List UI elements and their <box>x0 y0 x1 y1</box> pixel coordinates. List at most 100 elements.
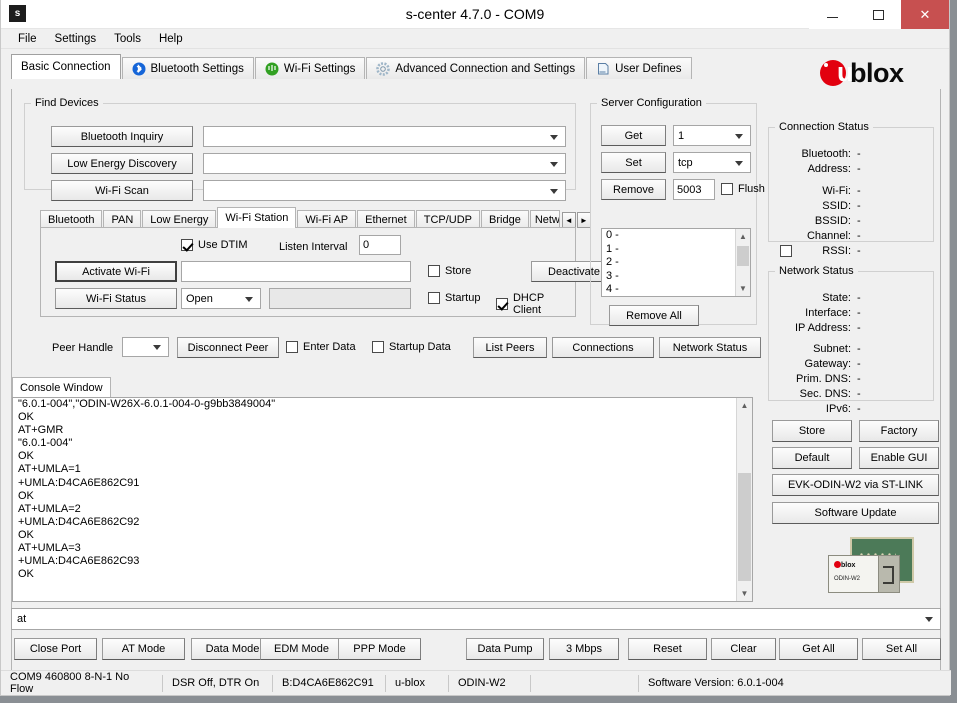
scrollbar-thumb[interactable] <box>737 246 749 266</box>
menu-item-settings[interactable]: Settings <box>46 31 106 47</box>
scrollbar-thumb[interactable] <box>738 473 751 581</box>
tab-advanced-connection-and-settings[interactable]: Advanced Connection and Settings <box>366 57 585 79</box>
server-remove-button[interactable]: Remove <box>601 179 666 200</box>
subtab-network[interactable]: Netw <box>530 210 560 228</box>
store-settings-button[interactable]: Store <box>772 420 852 442</box>
listen-interval-input[interactable]: 0 <box>359 235 401 255</box>
scroll-up-icon[interactable]: ▲ <box>736 229 750 244</box>
tab-basic-connection[interactable]: Basic Connection <box>11 54 121 79</box>
security-mode-combo[interactable]: Open <box>181 288 261 309</box>
module-logo: blox <box>834 561 855 569</box>
module-shield <box>878 555 900 593</box>
application-window: s s-center 4.7.0 - COM9 ✕ File Settings … <box>0 0 950 696</box>
scroll-up-icon[interactable]: ▲ <box>737 398 752 413</box>
subtab-wifi-station[interactable]: Wi-Fi Station <box>217 207 296 228</box>
ppp-mode-button[interactable]: PPP Mode <box>338 638 421 660</box>
subtab-pan[interactable]: PAN <box>103 210 141 228</box>
rssi-poll-checkbox[interactable] <box>780 245 792 257</box>
flush-label: Flush <box>738 183 765 195</box>
maximize-button[interactable] <box>855 0 901 29</box>
subtab-ethernet[interactable]: Ethernet <box>357 210 415 228</box>
evk-odin-w2-stlink-button[interactable]: EVK-ODIN-W2 via ST-LINK <box>772 474 939 496</box>
passkey-input[interactable] <box>269 288 411 309</box>
subtab-wifi-ap[interactable]: Wi-Fi AP <box>297 210 356 228</box>
close-port-button[interactable]: Close Port <box>14 638 97 660</box>
minimize-button[interactable] <box>809 0 855 29</box>
wifi-scan-button[interactable]: Wi-Fi Scan <box>51 180 193 201</box>
startup-check-icon <box>428 292 440 304</box>
wifi-status-button[interactable]: Wi-Fi Status <box>55 288 177 309</box>
wifi-scan-combo[interactable] <box>203 180 566 201</box>
server-list-scrollbar[interactable]: ▲ ▼ <box>735 229 750 296</box>
tab-user-defines[interactable]: User Defines <box>586 57 691 79</box>
tab-wifi-settings[interactable]: Wi-Fi Settings <box>255 57 366 79</box>
scroll-down-icon[interactable]: ▼ <box>737 586 752 601</box>
connections-button[interactable]: Connections <box>552 337 654 358</box>
activate-wifi-button[interactable]: Activate Wi-Fi <box>55 261 177 282</box>
ssid-input[interactable] <box>181 261 411 282</box>
data-pump-button[interactable]: Data Pump <box>466 638 544 660</box>
status-port: COM9 460800 8-N-1 No Flow <box>1 675 163 692</box>
subtab-low-energy[interactable]: Low Energy <box>142 210 216 228</box>
set-all-button[interactable]: Set All <box>862 638 941 660</box>
factory-button[interactable]: Factory <box>859 420 939 442</box>
peer-handle-combo[interactable] <box>122 337 169 357</box>
low-energy-discovery-button[interactable]: Low Energy Discovery <box>51 153 193 174</box>
ublox-logo: u blox <box>820 56 935 90</box>
server-list[interactable]: 0 - 1 - 2 - 3 - 4 - ▲ ▼ <box>601 228 751 297</box>
disconnect-peer-button[interactable]: Disconnect Peer <box>177 337 279 358</box>
menu-item-help[interactable]: Help <box>150 31 192 47</box>
list-item[interactable]: 2 - <box>602 256 750 270</box>
at-mode-button[interactable]: AT Mode <box>102 638 185 660</box>
subtab-tcp-udp[interactable]: TCP/UDP <box>416 210 480 228</box>
server-protocol-combo[interactable]: tcp <box>673 152 751 173</box>
enter-data-checkbox[interactable]: Enter Data <box>286 341 356 353</box>
flush-checkbox[interactable]: Flush <box>721 183 765 195</box>
menu-item-file[interactable]: File <box>9 31 46 47</box>
use-dtim-checkbox[interactable]: Use DTIM <box>181 239 248 251</box>
menu-item-tools[interactable]: Tools <box>105 31 150 47</box>
console-output[interactable]: "6.0.1-004","ODIN-W26X-6.0.1-004-0-g9bb3… <box>12 397 753 602</box>
clear-button[interactable]: Clear <box>711 638 776 660</box>
get-all-button[interactable]: Get All <box>779 638 858 660</box>
console-tab-strip: Console Window <box>12 377 112 397</box>
status-value: - <box>857 229 861 244</box>
tab-wifi-settings-label: Wi-Fi Settings <box>284 63 356 75</box>
startup-data-checkbox[interactable]: Startup Data <box>372 341 451 353</box>
scroll-down-icon[interactable]: ▼ <box>736 281 750 296</box>
reset-button[interactable]: Reset <box>628 638 707 660</box>
default-button[interactable]: Default <box>772 447 852 469</box>
enable-gui-button[interactable]: Enable GUI <box>859 447 939 469</box>
tab-bluetooth-settings[interactable]: Bluetooth Settings <box>122 57 254 79</box>
list-item[interactable]: 0 - <box>602 229 750 243</box>
startup-checkbox[interactable]: Startup <box>428 292 480 304</box>
list-item[interactable]: 1 - <box>602 243 750 257</box>
list-item[interactable]: 3 - <box>602 270 750 284</box>
subtab-scroll-left-button[interactable]: ◄ <box>562 212 576 228</box>
server-get-button[interactable]: Get <box>601 125 666 146</box>
subtab-bridge[interactable]: Bridge <box>481 210 529 228</box>
remove-all-button[interactable]: Remove All <box>609 305 699 326</box>
dhcp-client-checkbox[interactable]: DHCP Client <box>496 292 575 316</box>
ublox-logo-u: u <box>837 58 853 86</box>
server-id-combo[interactable]: 1 <box>673 125 751 146</box>
low-energy-discovery-combo[interactable] <box>203 153 566 174</box>
server-set-button[interactable]: Set <box>601 152 666 173</box>
list-peers-button[interactable]: List Peers <box>473 337 547 358</box>
tab-console-window[interactable]: Console Window <box>12 377 111 397</box>
close-button[interactable]: ✕ <box>901 0 949 29</box>
subtab-bluetooth[interactable]: Bluetooth <box>40 210 102 228</box>
software-update-button[interactable]: Software Update <box>772 502 939 524</box>
bluetooth-inquiry-button[interactable]: Bluetooth Inquiry <box>51 126 193 147</box>
command-input[interactable]: at <box>11 608 941 630</box>
subtab-scroll-right-button[interactable]: ► <box>577 212 591 228</box>
bluetooth-inquiry-combo[interactable] <box>203 126 566 147</box>
network-status-button[interactable]: Network Status <box>659 337 761 358</box>
document-icon <box>596 62 610 76</box>
server-port-input[interactable]: 5003 <box>673 179 715 200</box>
list-item[interactable]: 4 - <box>602 283 750 297</box>
edm-mode-button[interactable]: EDM Mode <box>260 638 343 660</box>
store-checkbox[interactable]: Store <box>428 265 471 277</box>
console-scrollbar[interactable]: ▲ ▼ <box>736 398 752 601</box>
baudrate-button[interactable]: 3 Mbps <box>549 638 619 660</box>
